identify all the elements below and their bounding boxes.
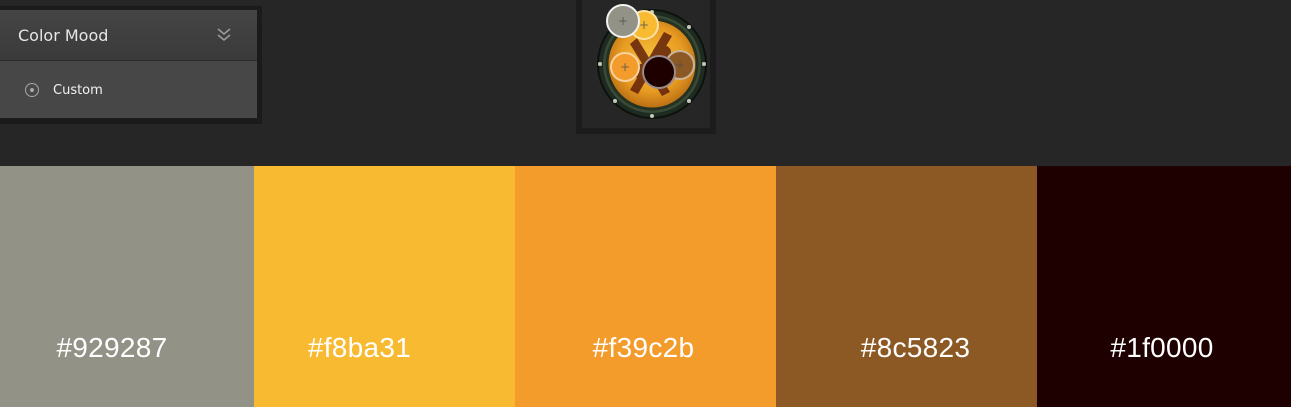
swatch-hex-label[interactable]: #929287 xyxy=(0,332,254,364)
color-mood-panel: Color Mood Custom xyxy=(0,6,262,124)
color-swatches-strip: #929287 #f8ba31 #f39c2b #8c5823 #1f0000 xyxy=(0,166,1291,407)
swatch-2[interactable]: #f8ba31 xyxy=(254,166,515,407)
color-picker-handle-3[interactable]: + xyxy=(610,52,640,82)
color-picker-handle-5[interactable] xyxy=(642,55,676,89)
swatch-3[interactable]: #f39c2b xyxy=(515,166,776,407)
swatch-5[interactable]: #1f0000 xyxy=(1037,166,1291,407)
swatch-4[interactable]: #8c5823 xyxy=(776,166,1037,407)
source-image-frame: + + + + xyxy=(576,0,716,134)
swatch-hex-label[interactable]: #f39c2b xyxy=(515,332,776,364)
swatch-1[interactable]: #929287 xyxy=(0,166,254,407)
swatch-hex-label[interactable]: #8c5823 xyxy=(776,332,1037,364)
swatch-hex-label[interactable]: #f8ba31 xyxy=(254,332,515,364)
color-mood-title: Color Mood xyxy=(18,26,109,45)
mood-option-custom[interactable]: Custom xyxy=(0,61,257,118)
top-toolbar-area: Color Mood Custom + + + + xyxy=(0,0,1291,166)
color-mood-dropdown-header[interactable]: Color Mood xyxy=(0,10,257,61)
source-image: + + + + xyxy=(582,0,710,128)
color-picker-handle-1[interactable]: + xyxy=(606,4,640,38)
mood-option-label: Custom xyxy=(53,83,103,98)
double-chevron-down-icon[interactable] xyxy=(215,25,233,43)
swatch-hex-label[interactable]: #1f0000 xyxy=(1037,332,1291,364)
radio-selected-icon[interactable] xyxy=(25,83,39,97)
